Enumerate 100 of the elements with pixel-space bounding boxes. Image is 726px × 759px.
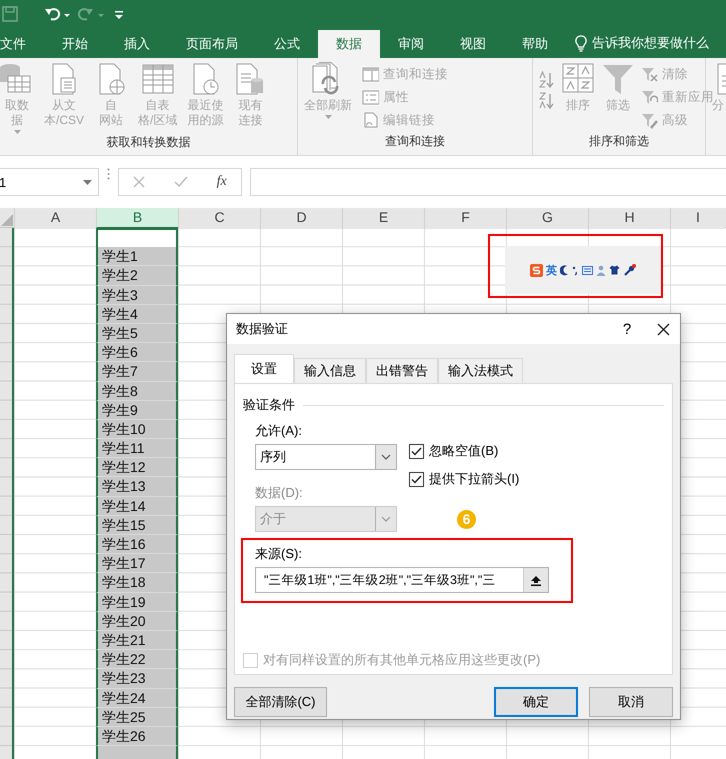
- table-cell[interactable]: 学生5: [96, 324, 178, 344]
- dropdown[interactable]: 序列: [255, 444, 397, 470]
- ribbon-tab[interactable]: 插入: [106, 30, 168, 58]
- clear-filter-icon: [641, 66, 658, 83]
- more-options-icon[interactable]: [107, 168, 110, 180]
- source-field[interactable]: "三年级1班","三年级2班","三年级3班","三: [255, 567, 549, 593]
- field-label: 允许(A):: [255, 422, 303, 440]
- dialog-tab[interactable]: 输入法模式: [438, 358, 523, 383]
- table-cell[interactable]: 学生26: [96, 726, 178, 746]
- wrench-icon[interactable]: [623, 264, 636, 276]
- properties-icon: [362, 89, 379, 106]
- dropdown-caret-icon[interactable]: [83, 180, 92, 184]
- chevron-down-icon[interactable]: [381, 454, 391, 460]
- punctuation-icon[interactable]: [572, 264, 579, 276]
- dialog-tab[interactable]: 出错警告: [366, 358, 438, 383]
- query-pane-icon: [362, 66, 379, 83]
- sort-ascending-icon[interactable]: [539, 70, 555, 89]
- close-icon[interactable]: [657, 322, 670, 336]
- cell-reference: 1: [0, 174, 6, 190]
- dialog-button[interactable]: 全部清除(C): [234, 687, 327, 717]
- undo-icon[interactable]: [44, 6, 70, 22]
- check-icon[interactable]: [174, 176, 188, 188]
- table-cell[interactable]: 学生21: [96, 630, 178, 650]
- ribbon-tab[interactable]: 开始: [44, 30, 106, 58]
- check-icon: [411, 474, 422, 484]
- active-cell[interactable]: [96, 228, 178, 248]
- field-label: 来源(S):: [255, 545, 303, 563]
- dropdown-caret-icon: [324, 115, 332, 119]
- table-cell[interactable]: 学生11: [96, 439, 178, 458]
- table-icon: [140, 62, 175, 96]
- column-header[interactable]: I: [670, 208, 725, 229]
- column-header[interactable]: A: [14, 208, 96, 229]
- table-cell[interactable]: 学生3: [96, 286, 178, 305]
- help-button[interactable]: ?: [611, 320, 643, 338]
- advanced-filter-icon: [641, 112, 658, 129]
- lightbulb-icon[interactable]: [574, 34, 588, 52]
- table-cell[interactable]: 学生18: [96, 573, 178, 593]
- dialog-title: 数据验证: [236, 320, 289, 338]
- shirt-icon[interactable]: [609, 265, 620, 275]
- reapply-filter-icon: [641, 89, 658, 106]
- checkbox[interactable]: [409, 444, 424, 458]
- section-heading: 验证条件: [243, 396, 295, 414]
- table-cell[interactable]: 学生2: [96, 266, 178, 286]
- column-header[interactable]: F: [424, 208, 506, 229]
- sogou-logo-icon[interactable]: [530, 264, 543, 276]
- column-header[interactable]: C: [178, 208, 260, 229]
- table-cell[interactable]: 学生1: [96, 247, 178, 266]
- dialog-button[interactable]: 取消: [589, 687, 673, 717]
- table-cell[interactable]: 学生25: [96, 708, 178, 727]
- table-cell[interactable]: 学生8: [96, 382, 178, 401]
- insert-function-button[interactable]: fx: [216, 174, 227, 190]
- table-cell[interactable]: 学生13: [96, 477, 178, 497]
- field-label: 数据(D):: [255, 484, 304, 502]
- dialog-button[interactable]: 确定: [494, 687, 578, 717]
- ribbon-tab[interactable]: 审阅: [380, 30, 442, 58]
- table-cell[interactable]: 学生12: [96, 458, 178, 478]
- group-label: 排序和筛选: [588, 133, 650, 150]
- column-header[interactable]: D: [260, 208, 342, 229]
- dialog-tab[interactable]: 输入信息: [294, 358, 366, 383]
- column-header[interactable]: G: [506, 208, 588, 229]
- table-cell[interactable]: 学生10: [96, 420, 178, 440]
- table-cell[interactable]: 学生6: [96, 343, 178, 362]
- table-cell[interactable]: 学生24: [96, 688, 178, 708]
- dropdown-caret-icon: [14, 130, 20, 134]
- table-cell[interactable]: 学生19: [96, 592, 178, 612]
- table-cell[interactable]: 学生17: [96, 554, 178, 574]
- keyboard-icon[interactable]: [582, 266, 593, 274]
- table-cell[interactable]: 学生16: [96, 535, 178, 554]
- table-cell[interactable]: 学生14: [96, 496, 178, 516]
- table-cell[interactable]: 学生23: [96, 669, 178, 688]
- checkbox-label[interactable]: 提供下拉箭头(I): [429, 470, 520, 488]
- ribbon-tab[interactable]: 页面布局: [168, 30, 256, 58]
- link-file-icon: [362, 112, 379, 129]
- ribbon-tab[interactable]: 帮助: [504, 30, 566, 58]
- input-mode-toggle[interactable]: 英: [546, 262, 557, 278]
- table-cell[interactable]: 学生20: [96, 612, 178, 631]
- table-cell[interactable]: 学生22: [96, 650, 178, 670]
- table-cell[interactable]: 学生9: [96, 400, 178, 420]
- collapse-dialog-icon[interactable]: [530, 574, 542, 586]
- column-header[interactable]: H: [588, 208, 670, 229]
- column-header[interactable]: E: [342, 208, 424, 229]
- sort-descending-icon[interactable]: [539, 91, 555, 110]
- checkbox-label[interactable]: 忽略空值(B): [429, 442, 498, 460]
- dialog-tab[interactable]: 设置: [234, 354, 294, 383]
- formula-input[interactable]: [250, 168, 726, 196]
- name-box[interactable]: 1: [0, 168, 99, 196]
- ribbon-tab[interactable]: 公式: [256, 30, 318, 58]
- table-cell[interactable]: 学生15: [96, 516, 178, 535]
- column-header[interactable]: B: [96, 208, 178, 229]
- checkbox[interactable]: [409, 472, 424, 486]
- collapse-button[interactable]: [523, 568, 548, 592]
- ribbon-tab[interactable]: 文件: [0, 30, 44, 58]
- tell-me-search[interactable]: 告诉我你想要做什么: [592, 34, 709, 52]
- table-cell[interactable]: 学生4: [96, 304, 178, 324]
- ribbon-tab[interactable]: 视图: [442, 30, 504, 58]
- funnel-icon: [601, 62, 635, 96]
- table-cell[interactable]: 学生7: [96, 362, 178, 382]
- moon-icon[interactable]: [560, 264, 569, 276]
- ribbon-tab[interactable]: 数据: [318, 30, 380, 58]
- group-label: 查询和连接: [384, 133, 446, 150]
